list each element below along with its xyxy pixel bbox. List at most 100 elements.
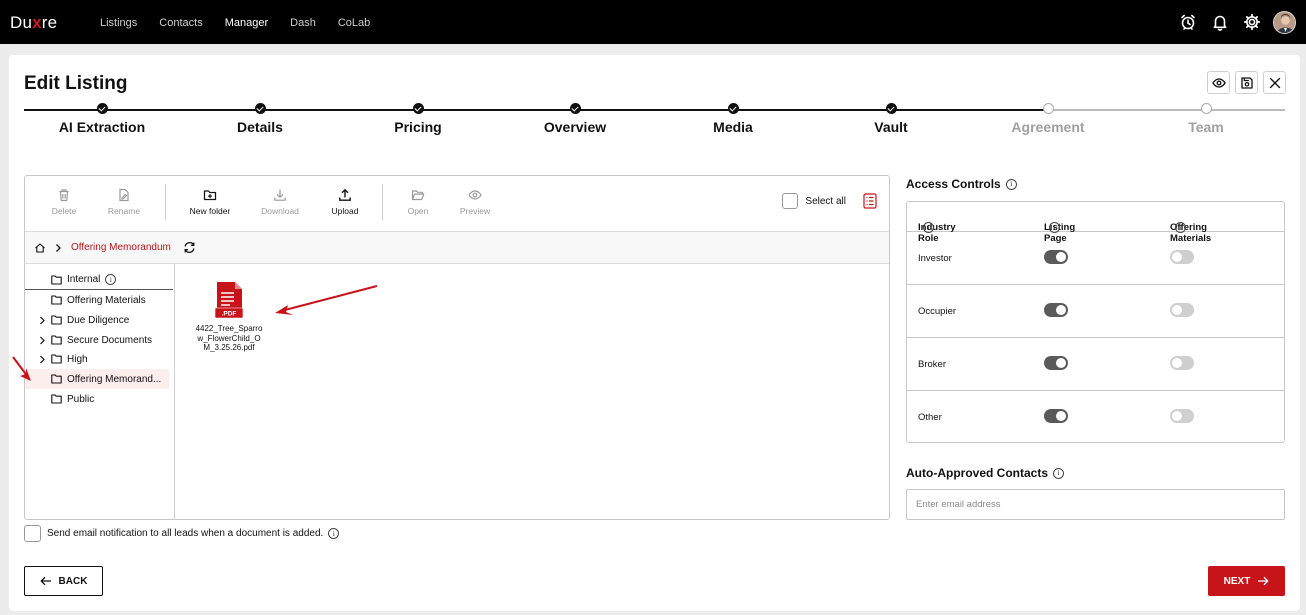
offering-materials-toggle[interactable]: [1170, 303, 1194, 317]
save-button[interactable]: [1235, 71, 1258, 94]
step-agreement[interactable]: Agreement: [973, 103, 1123, 135]
home-icon[interactable]: [34, 242, 46, 254]
email-notification-option[interactable]: Send email notification to all leads whe…: [24, 525, 340, 542]
tree-item-public[interactable]: Public: [25, 389, 173, 409]
file-item-pdf[interactable]: .PDF 4422_Tree_Sparrow_FlowerChild_OM_3.…: [195, 281, 263, 353]
upload-button[interactable]: Upload: [315, 188, 375, 216]
step-media[interactable]: Media: [658, 103, 808, 135]
tree-item-label: Internal: [67, 274, 101, 285]
info-icon[interactable]: i: [1005, 178, 1017, 190]
breadcrumb-current[interactable]: Offering Memorandum: [71, 242, 171, 253]
select-all[interactable]: Select all: [782, 193, 846, 209]
tree-item-label: Public: [67, 393, 95, 405]
folder-icon: [51, 374, 62, 384]
close-button[interactable]: [1263, 71, 1286, 94]
bell-icon[interactable]: [1208, 10, 1232, 34]
save-icon: [1240, 76, 1253, 89]
eye-icon: [468, 190, 482, 200]
folder-icon: [51, 274, 62, 285]
tree-item-internal[interactable]: Internal i: [25, 270, 173, 290]
tree-item-due-diligence[interactable]: Due Diligence: [25, 310, 173, 330]
listing-page-toggle[interactable]: [1044, 409, 1068, 423]
listing-page-toggle[interactable]: [1044, 356, 1068, 370]
nav-manager[interactable]: Manager: [225, 17, 268, 29]
toolbar-divider: [382, 184, 383, 220]
notify-checkbox[interactable]: [24, 525, 41, 542]
chevron-right-icon: [56, 243, 61, 252]
eye-icon: [1211, 77, 1226, 88]
rename-button[interactable]: Rename: [94, 188, 154, 216]
gear-icon[interactable]: [1240, 10, 1264, 34]
check-icon: [412, 103, 424, 114]
info-icon[interactable]: i: [328, 528, 340, 539]
step-pricing[interactable]: Pricing: [343, 103, 493, 135]
offering-materials-toggle[interactable]: [1170, 250, 1194, 264]
open-button[interactable]: Open: [388, 188, 448, 216]
annotation-arrow-icon: [12, 356, 31, 381]
upload-icon: [339, 188, 351, 201]
download-button[interactable]: Download: [250, 188, 310, 216]
step-ai-extraction[interactable]: AI Extraction: [27, 103, 177, 135]
nav-colab[interactable]: CoLab: [338, 17, 370, 29]
tree-item-label: Due Diligence: [67, 314, 130, 326]
role-label: Occupier: [918, 306, 957, 317]
preview-file-button[interactable]: Preview: [445, 188, 505, 216]
page-title: Edit Listing: [24, 73, 128, 94]
top-icons: [1168, 10, 1296, 34]
nav-contacts[interactable]: Contacts: [159, 17, 202, 29]
chevron-right-icon[interactable]: [39, 355, 46, 364]
tree-item-offering-memorandum[interactable]: Offering Memorand...: [25, 369, 169, 389]
tree-item-high[interactable]: High: [25, 349, 173, 369]
file-manager: Delete Rename New folder Download Upload: [24, 175, 890, 520]
access-header: Industry Role i Listing Page i Offering Ma…: [907, 202, 1284, 244]
step-team[interactable]: Team: [1131, 103, 1281, 135]
role-label: Other: [918, 412, 942, 423]
info-icon[interactable]: i: [105, 274, 117, 285]
chevron-right-icon[interactable]: [39, 316, 46, 325]
folder-icon: [51, 394, 62, 404]
chevron-right-icon[interactable]: [39, 336, 46, 345]
rename-icon: [119, 188, 129, 202]
step-dot: [1042, 103, 1054, 114]
offering-materials-toggle[interactable]: [1170, 409, 1194, 423]
refresh-icon[interactable]: [183, 241, 196, 254]
step-overview[interactable]: Overview: [500, 103, 650, 135]
delete-button[interactable]: Delete: [34, 188, 94, 216]
tree-item-label: Offering Materials: [67, 294, 146, 306]
select-all-label: Select all: [805, 195, 846, 207]
access-controls-title: Access Controls i: [906, 177, 1017, 191]
select-all-checkbox[interactable]: [782, 193, 799, 209]
offering-materials-toggle[interactable]: [1170, 356, 1194, 370]
access-row: Investor: [907, 232, 1284, 285]
back-button[interactable]: BACK: [24, 566, 103, 596]
toolbar-divider: [165, 184, 166, 220]
folder-tree: Internal i Offering Materials Due Dilige…: [25, 264, 175, 520]
listing-page-toggle[interactable]: [1044, 303, 1068, 317]
listing-page-toggle[interactable]: [1044, 250, 1068, 264]
check-icon: [96, 103, 108, 114]
pdf-badge-text: .PDF: [222, 311, 237, 318]
logo[interactable]: Duxre: [10, 13, 57, 33]
info-icon[interactable]: i: [1053, 467, 1064, 479]
tree-item-secure-documents[interactable]: Secure Documents: [25, 330, 173, 350]
check-icon: [885, 103, 897, 114]
nav-dash[interactable]: Dash: [290, 17, 316, 29]
preview-button[interactable]: [1207, 71, 1230, 94]
access-row: Occupier: [907, 285, 1284, 338]
next-button[interactable]: NEXT: [1208, 566, 1285, 596]
step-details[interactable]: Details: [185, 103, 335, 135]
step-vault[interactable]: Vault: [816, 103, 966, 135]
list-view-icon[interactable]: [863, 193, 877, 209]
close-icon: [1269, 77, 1280, 88]
new-folder-button[interactable]: New folder: [180, 188, 240, 216]
tree-item-offering-materials[interactable]: Offering Materials: [25, 290, 173, 310]
user-avatar[interactable]: [1273, 10, 1296, 34]
auto-approved-title: Auto-Approved Contacts i: [906, 466, 1064, 480]
alarm-clock-icon[interactable]: [1176, 10, 1200, 34]
nav-listings[interactable]: Listings: [100, 17, 137, 29]
header-actions: [1202, 71, 1286, 94]
access-row: Other: [907, 391, 1284, 444]
step-dot: [1200, 103, 1212, 114]
email-input[interactable]: [906, 489, 1285, 520]
role-label: Investor: [918, 253, 952, 264]
